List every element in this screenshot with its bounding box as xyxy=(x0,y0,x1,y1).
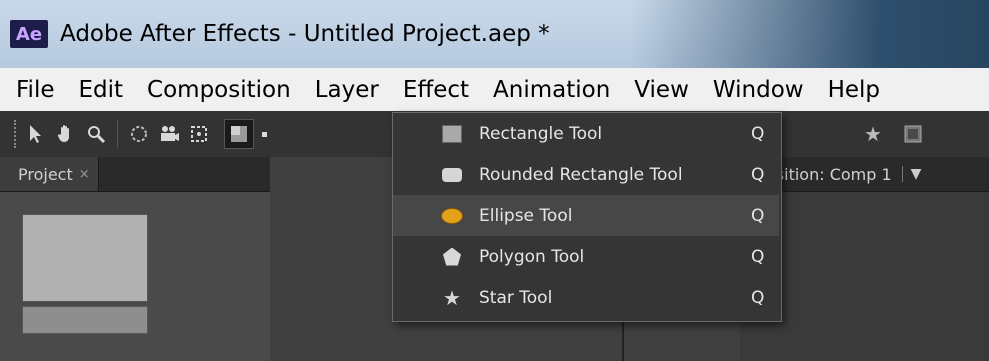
rounded-rectangle-icon xyxy=(441,164,463,186)
menu-item-polygon-tool[interactable]: Polygon Tool Q xyxy=(393,236,779,277)
menu-item-shortcut: Q xyxy=(751,246,765,267)
selection-tool-icon[interactable] xyxy=(21,119,51,149)
camera-tool-icon[interactable] xyxy=(154,119,184,149)
menu-bar: File Edit Composition Layer Effect Anima… xyxy=(0,68,989,112)
menu-item-shortcut: Q xyxy=(751,287,765,308)
polygon-icon xyxy=(441,246,463,268)
panel-menu-chevron-down-icon[interactable]: ▼ xyxy=(901,166,921,182)
project-tab-label: Project xyxy=(18,164,73,184)
menu-effect[interactable]: Effect xyxy=(391,77,481,103)
star-icon: ★ xyxy=(443,285,461,310)
menu-animation[interactable]: Animation xyxy=(481,77,622,103)
menu-item-shortcut: Q xyxy=(751,123,765,144)
menu-item-label: Rectangle Tool xyxy=(479,123,603,144)
flyout-indicator-icon xyxy=(262,131,267,137)
menu-item-ellipse-tool[interactable]: Ellipse Tool Q xyxy=(393,195,779,236)
hand-tool-icon[interactable] xyxy=(51,119,81,149)
window-title: Adobe After Effects - Untitled Project.a… xyxy=(60,21,550,47)
star-icon[interactable]: ★ xyxy=(858,119,888,149)
toolbar-right-group: ★ xyxy=(858,119,928,149)
project-panel xyxy=(0,192,270,361)
menu-layer[interactable]: Layer xyxy=(303,77,391,103)
menu-item-label: Star Tool xyxy=(479,287,553,308)
item-thumbnail xyxy=(22,214,148,302)
menu-item-label: Polygon Tool xyxy=(479,246,585,267)
toolbar-grip-handle[interactable] xyxy=(14,120,21,148)
item-info-row xyxy=(22,306,148,334)
tab-project[interactable]: Project × xyxy=(0,157,99,191)
menu-item-star-tool[interactable]: ★ Star Tool Q xyxy=(393,277,779,318)
menu-item-rounded-rectangle-tool[interactable]: Rounded Rectangle Tool Q xyxy=(393,154,779,195)
shape-tool-icon[interactable] xyxy=(224,119,254,149)
menu-view[interactable]: View xyxy=(622,77,701,103)
toolbar-divider xyxy=(117,120,118,148)
menu-item-label: Rounded Rectangle Tool xyxy=(479,164,683,185)
close-icon[interactable]: × xyxy=(79,167,90,182)
menu-item-shortcut: Q xyxy=(751,205,765,226)
menu-item-label: Ellipse Tool xyxy=(479,205,573,226)
zoom-tool-icon[interactable] xyxy=(81,119,111,149)
rotation-tool-icon[interactable] xyxy=(124,119,154,149)
after-effects-logo-icon: Ae xyxy=(10,20,48,48)
shape-tool-flyout-menu: Rectangle Tool Q Rounded Rectangle Tool … xyxy=(392,112,782,322)
menu-file[interactable]: File xyxy=(0,77,67,103)
ellipse-icon xyxy=(441,205,463,227)
menu-window[interactable]: Window xyxy=(701,77,816,103)
menu-help[interactable]: Help xyxy=(816,77,892,103)
pan-behind-tool-icon[interactable] xyxy=(184,119,214,149)
menu-item-shortcut: Q xyxy=(751,164,765,185)
project-panel-header: Project × xyxy=(0,157,270,192)
title-bar: Ae Adobe After Effects - Untitled Projec… xyxy=(0,0,989,68)
menu-item-rectangle-tool[interactable]: Rectangle Tool Q xyxy=(393,113,779,154)
menu-edit[interactable]: Edit xyxy=(67,77,136,103)
title-bar-gradient xyxy=(629,0,989,68)
mask-icon[interactable] xyxy=(898,119,928,149)
menu-composition[interactable]: Composition xyxy=(135,77,303,103)
rectangle-icon xyxy=(441,123,463,145)
